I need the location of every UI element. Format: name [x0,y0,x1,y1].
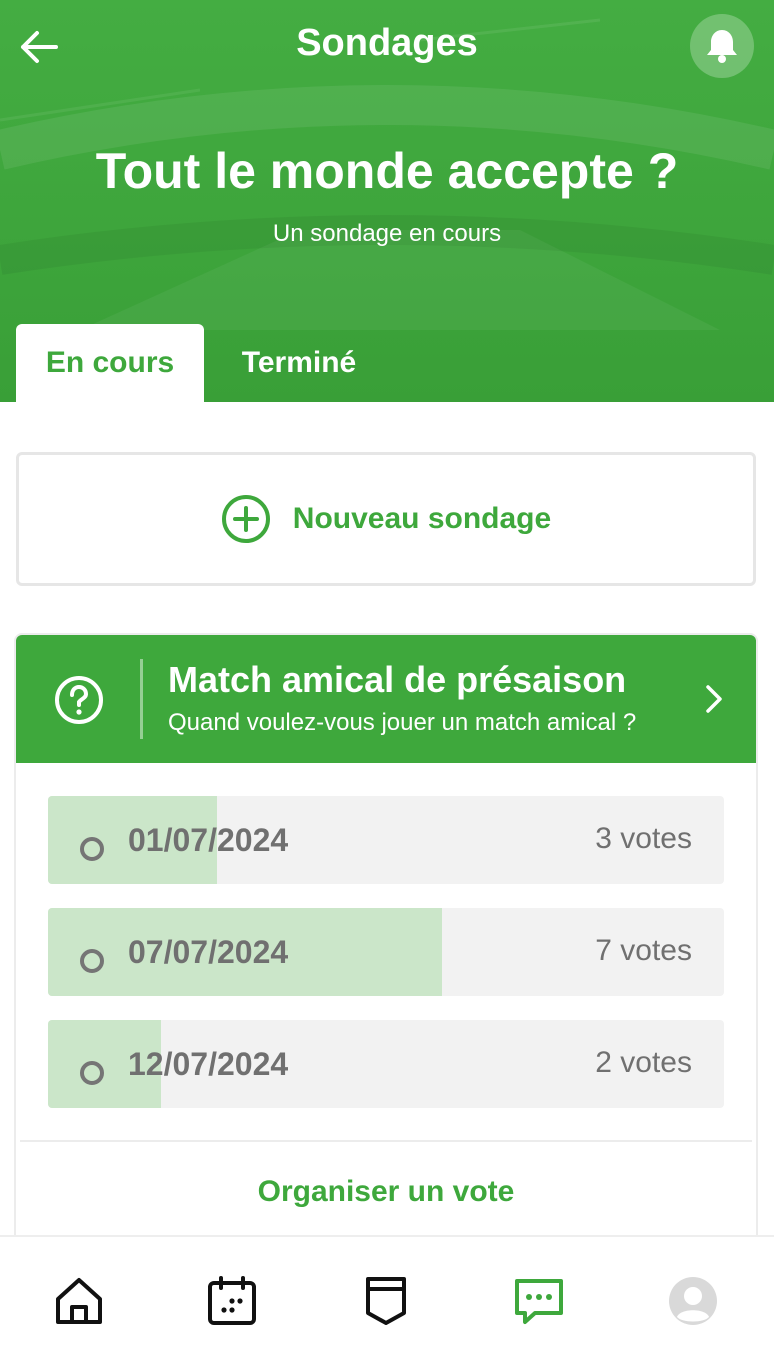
option-date: 07/07/2024 [128,934,289,970]
card-divider [20,1140,752,1142]
avatar-icon [669,1277,717,1325]
poll-card: Match amical de présaison Quand voulez-v… [16,635,756,1250]
chat-icon [515,1279,563,1324]
tab-termine[interactable]: Terminé [212,324,386,402]
calendar-icon [208,1276,256,1325]
new-poll-label: Nouveau sondage [292,502,552,535]
tab-en-cours[interactable]: En cours [16,324,204,402]
poll-option[interactable]: 07/07/2024 7 votes [48,908,724,996]
shield-icon [366,1277,406,1325]
option-votes: 7 votes [595,934,692,967]
hero-subtitle: Un sondage en cours [272,220,502,247]
radio-icon [80,1061,104,1085]
poll-question: Quand voulez-vous jouer un match amical … [168,709,637,736]
poll-header[interactable]: Match amical de présaison Quand voulez-v… [16,635,756,763]
bell-icon [707,30,737,63]
hero-title: Tout le monde accepte ? [95,143,679,199]
radio-icon [80,949,104,973]
poll-title: Match amical de présaison [168,659,627,700]
nav-home[interactable] [49,1273,109,1329]
new-poll-button[interactable]: Nouveau sondage [16,452,756,586]
nav-calendar[interactable] [202,1273,262,1329]
poll-option[interactable]: 12/07/2024 2 votes [48,1020,724,1108]
option-votes: 2 votes [595,1046,692,1079]
page-title: Sondages [296,22,478,64]
option-date: 01/07/2024 [128,822,289,858]
organize-vote-button[interactable]: Organiser un vote [16,1175,756,1209]
option-votes: 3 votes [595,822,692,855]
nav-profile[interactable] [663,1273,723,1329]
plus-circle-icon [221,495,270,543]
radio-icon [80,837,104,861]
option-date: 12/07/2024 [128,1046,289,1082]
home-icon [56,1278,102,1324]
bottom-navigation [0,1235,774,1350]
poll-option[interactable]: 01/07/2024 3 votes [48,796,724,884]
nav-messages[interactable] [509,1273,569,1329]
chevron-right-icon [706,685,722,713]
notifications-button[interactable] [690,14,754,78]
question-circle-icon [55,676,103,724]
hero-header: Sondages Tout le monde accepte ? Un sond… [0,0,774,402]
header-divider [140,659,143,739]
nav-team[interactable] [356,1273,416,1329]
